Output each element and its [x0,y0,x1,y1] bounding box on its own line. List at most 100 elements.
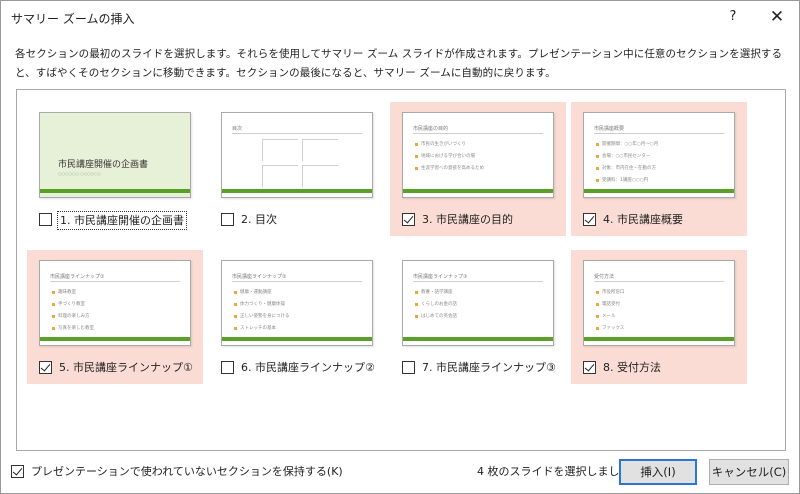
accent-bar [222,337,372,341]
title-rule [232,281,362,282]
slide-thumbnail[interactable]: 市民講座概要 開催期間：○○年○月〜○月 会場：○○市民センター 対象：市内在住… [583,112,735,198]
thumbnail-bullet: 地域における学び合いの場 [415,151,484,163]
section-label: 3. 市民講座の目的 [422,213,513,226]
section-label: 8. 受付方法 [603,361,661,374]
section-item-5[interactable]: 市民講座ラインナップ① 趣味教室 手づくり教室 料理の楽しみ方 写真を楽しむ教室… [27,250,203,384]
thumbnail-bullet: はじめての英会話 [415,311,457,323]
section-item-8[interactable]: 受付方法 市役所窓口 電話受付 メール ファックス 8. 受付方法 [571,250,747,384]
thumbnail-title: 目次 [232,126,243,132]
thumbnail-bullet: 料理の楽しみ方 [52,311,94,323]
section-checkbox[interactable] [39,361,52,374]
thumbnail-bullets: 趣味教室 手づくり教室 料理の楽しみ方 写真を楽しむ教室 [52,287,94,335]
slide-thumbnail[interactable]: 受付方法 市役所窓口 電話受付 メール ファックス [583,260,735,346]
thumbnail-bullet: 生涯学習への意欲を高めるため [415,163,484,175]
section-item-6[interactable]: 市民講座ラインナップ② 健康・運動講座 体力づくり・健康体操 正しい姿勢を身につ… [209,250,385,384]
thumbnail-bullet: 正しい姿勢を身につける [234,311,290,323]
title-rule [232,133,362,134]
title-rule [594,281,724,282]
section-item-4[interactable]: 市民講座概要 開催期間：○○年○月〜○月 会場：○○市民センター 対象：市内在住… [571,102,747,236]
section-checkbox[interactable] [402,213,415,226]
keep-unused-sections-checkbox[interactable] [11,465,24,478]
insert-button[interactable]: 挿入(I) [619,459,697,485]
title-rule [413,133,543,134]
mini-slide [262,165,298,187]
cancel-button[interactable]: キャンセル(C) [709,459,789,485]
section-label: 2. 目次 [241,213,277,226]
help-button[interactable]: ? [719,6,747,28]
thumbnail-subtitle: ○○○○○○ ○○○○○○ [58,171,102,176]
section-checkbox[interactable] [39,213,52,226]
thumbnail-bullet: 写真を楽しむ教室 [52,323,94,335]
slide-thumbnail[interactable]: 目次 [221,112,373,198]
thumbnail-bullet: ファックス [596,323,625,335]
thumbnail-bullets: 健康・運動講座 体力づくり・健康体操 正しい姿勢を身につける ストレッチの基本 [234,287,290,335]
thumbnail-title: 市民講座ラインナップ② [232,274,287,280]
slide-thumbnail[interactable]: 市民講座開催の企画書 ○○○○○○ ○○○○○○ [39,112,191,198]
accent-bar [40,337,190,341]
thumbnail-bullet: 教養・語学講座 [415,287,457,299]
thumbnail-title: 市民講座ラインナップ① [50,274,105,280]
accent-bar [403,189,553,193]
thumbnail-bullet: くらしのお金の話 [415,299,457,311]
thumbnail-bullet: 対象：市内在住・在勤の方 [596,163,658,175]
title-bar: サマリー ズームの挿入 ? ✕ [1,1,799,33]
selection-count: 4 枚のスライドを選択しました [477,465,631,478]
section-checkbox[interactable] [402,361,415,374]
section-checkbox[interactable] [583,213,596,226]
section-checkbox[interactable] [583,361,596,374]
slide-thumbnail[interactable]: 市民講座ラインナップ③ 教養・語学講座 くらしのお金の話 はじめての英会話 [402,260,554,346]
thumbnail-bullet: 市役所窓口 [596,287,625,299]
section-label: 7. 市民講座ラインナップ③ [422,361,556,374]
thumbnail-bullets: 市民の生きがいづくり 地域における学び合いの場 生涯学習への意欲を高めるため [415,139,484,175]
accent-bar [40,189,190,193]
check-mark-icon [403,213,414,224]
section-label: 5. 市民講座ラインナップ① [59,361,193,374]
title-rule [50,281,180,282]
dialog-description: 各セクションの最初のスライドを選択します。それらを使用してサマリー ズーム スラ… [15,48,783,79]
dialog-title: サマリー ズームの挿入 [11,12,135,26]
thumbnail-bullet: 手づくり教室 [52,299,94,311]
insert-summary-zoom-dialog: サマリー ズームの挿入 ? ✕ 各セクションの最初のスライドを選択します。それら… [0,0,800,494]
mini-slide [262,139,298,161]
thumbnail-title: 市民講座開催の企画書 [58,160,149,170]
accent-bar [584,337,734,341]
section-item-3[interactable]: 市民講座の目的 市民の生きがいづくり 地域における学び合いの場 生涯学習への意欲… [390,102,566,236]
check-mark-icon [12,465,23,476]
title-rule [594,133,724,134]
thumbnail-title: 市民講座の目的 [413,126,449,132]
keep-unused-sections-label[interactable]: プレゼンテーションで使われていないセクションを保持する(K) [31,463,343,480]
thumbnail-bullet: 開催期間：○○年○月〜○月 [596,139,658,151]
thumbnail-title: 市民講座ラインナップ③ [413,274,468,280]
thumbnail-bullet: 市民の生きがいづくり [415,139,484,151]
thumbnail-bullet: 健康・運動講座 [234,287,290,299]
thumbnail-bullets: 開催期間：○○年○月〜○月 会場：○○市民センター 対象：市内在住・在勤の方 受… [596,139,658,187]
thumbnail-bullet: 受講料：1講座○○○円 [596,175,658,187]
slide-thumbnail[interactable]: 市民講座の目的 市民の生きがいづくり 地域における学び合いの場 生涯学習への意欲… [402,112,554,198]
slide-thumbnail[interactable]: 市民講座ラインナップ② 健康・運動講座 体力づくり・健康体操 正しい姿勢を身につ… [221,260,373,346]
section-checkbox[interactable] [221,213,234,226]
section-item-2[interactable]: 目次 2. 目次 [209,102,385,236]
accent-bar [403,337,553,341]
slide-thumbnail[interactable]: 市民講座ラインナップ① 趣味教室 手づくり教室 料理の楽しみ方 写真を楽しむ教室 [39,260,191,346]
section-label: 6. 市民講座ラインナップ② [241,361,375,374]
title-rule [413,281,543,282]
thumbnail-bullet: 趣味教室 [52,287,94,299]
check-mark-icon [584,361,595,372]
thumbnail-bullet: ストレッチの基本 [234,323,290,335]
thumbnail-bullets: 教養・語学講座 くらしのお金の話 はじめての英会話 [415,287,457,323]
close-button[interactable]: ✕ [763,6,791,28]
thumbnail-bullet: 体力づくり・健康体操 [234,299,290,311]
section-item-7[interactable]: 市民講座ラインナップ③ 教養・語学講座 くらしのお金の話 はじめての英会話 7.… [390,250,566,384]
thumbnail-bullet: 電話受付 [596,299,625,311]
thumbnail-bullet: 会場：○○市民センター [596,151,658,163]
thumbnail-bullet: メール [596,311,625,323]
mini-slide [302,165,338,187]
section-label: 4. 市民講座概要 [603,213,683,226]
section-checkbox[interactable] [221,361,234,374]
check-mark-icon [40,361,51,372]
section-item-1[interactable]: 市民講座開催の企画書 ○○○○○○ ○○○○○○ 1. 市民講座開催の企画書 [27,102,203,236]
accent-bar [584,189,734,193]
section-label: 1. 市民講座開催の企画書 [57,211,187,230]
thumbnail-title: 市民講座概要 [594,126,625,132]
thumbnail-bullets: 市役所窓口 電話受付 メール ファックス [596,287,625,335]
